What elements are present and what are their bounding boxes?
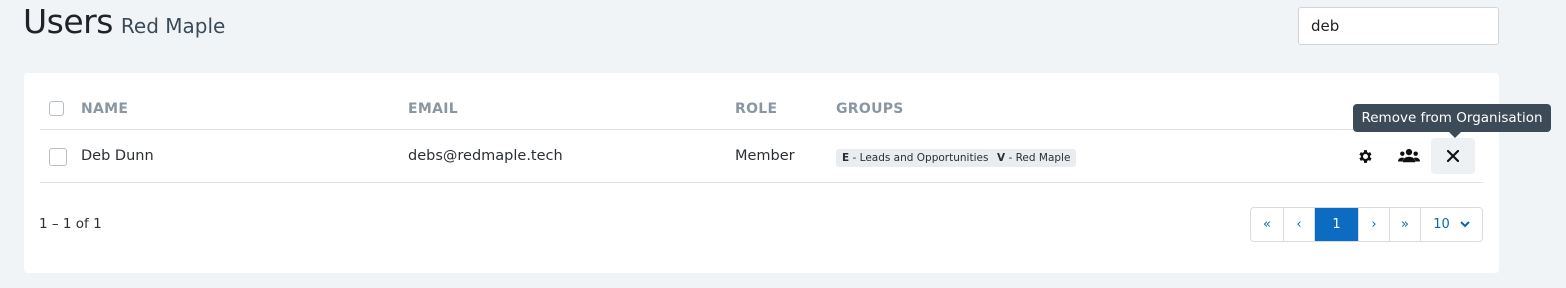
page-size-value: 10 <box>1433 217 1450 232</box>
user-name: Deb Dunn <box>81 148 154 164</box>
organisation-name: Red Maple <box>120 14 226 38</box>
remove-from-organisation-button[interactable] <box>1431 138 1475 174</box>
user-role: Member <box>735 148 795 164</box>
close-icon <box>1447 150 1459 162</box>
select-all-checkbox[interactable] <box>49 101 64 116</box>
users-icon <box>1398 148 1420 163</box>
group-badge: V - Red Maple <box>991 149 1077 167</box>
user-email: debs@redmaple.tech <box>408 148 563 164</box>
user-settings-button[interactable] <box>1344 138 1386 174</box>
chevron-down-icon <box>1460 221 1470 228</box>
page-title: Users Red Maple <box>23 2 225 41</box>
pagination-summary: 1 – 1 of 1 <box>39 216 102 232</box>
group-label: - Leads and Opportunities <box>849 152 989 164</box>
remove-tooltip: Remove from Organisation <box>1353 104 1551 138</box>
page-button-current[interactable]: 1 <box>1315 208 1359 241</box>
pagination: « ‹ 1 › » 10 <box>1250 207 1483 242</box>
users-table-card: NAME EMAIL ROLE GROUPS Deb Dunn debs@red… <box>24 73 1499 273</box>
page-heading: Users <box>23 2 113 41</box>
search-input[interactable] <box>1298 7 1499 45</box>
user-groups-button[interactable] <box>1388 138 1430 174</box>
page-size-select[interactable]: 10 <box>1421 208 1482 241</box>
table-row: Deb Dunn debs@redmaple.tech Member E - L… <box>40 130 1483 183</box>
group-label: - Red Maple <box>1005 152 1071 164</box>
column-header-email[interactable]: EMAIL <box>408 101 458 117</box>
previous-page-button[interactable]: ‹ <box>1284 208 1315 241</box>
column-header-role[interactable]: ROLE <box>735 101 777 117</box>
first-page-button[interactable]: « <box>1251 208 1284 241</box>
column-header-groups[interactable]: GROUPS <box>836 101 904 117</box>
group-prefix: V <box>997 152 1006 164</box>
next-page-button[interactable]: › <box>1359 208 1390 241</box>
row-checkbox[interactable] <box>49 148 67 166</box>
gear-icon <box>1358 149 1372 163</box>
table-header: NAME EMAIL ROLE GROUPS <box>40 95 1483 130</box>
group-badge: E - Leads and Opportunities <box>836 149 995 167</box>
last-page-button[interactable]: » <box>1390 208 1421 241</box>
column-header-name[interactable]: NAME <box>81 101 128 117</box>
